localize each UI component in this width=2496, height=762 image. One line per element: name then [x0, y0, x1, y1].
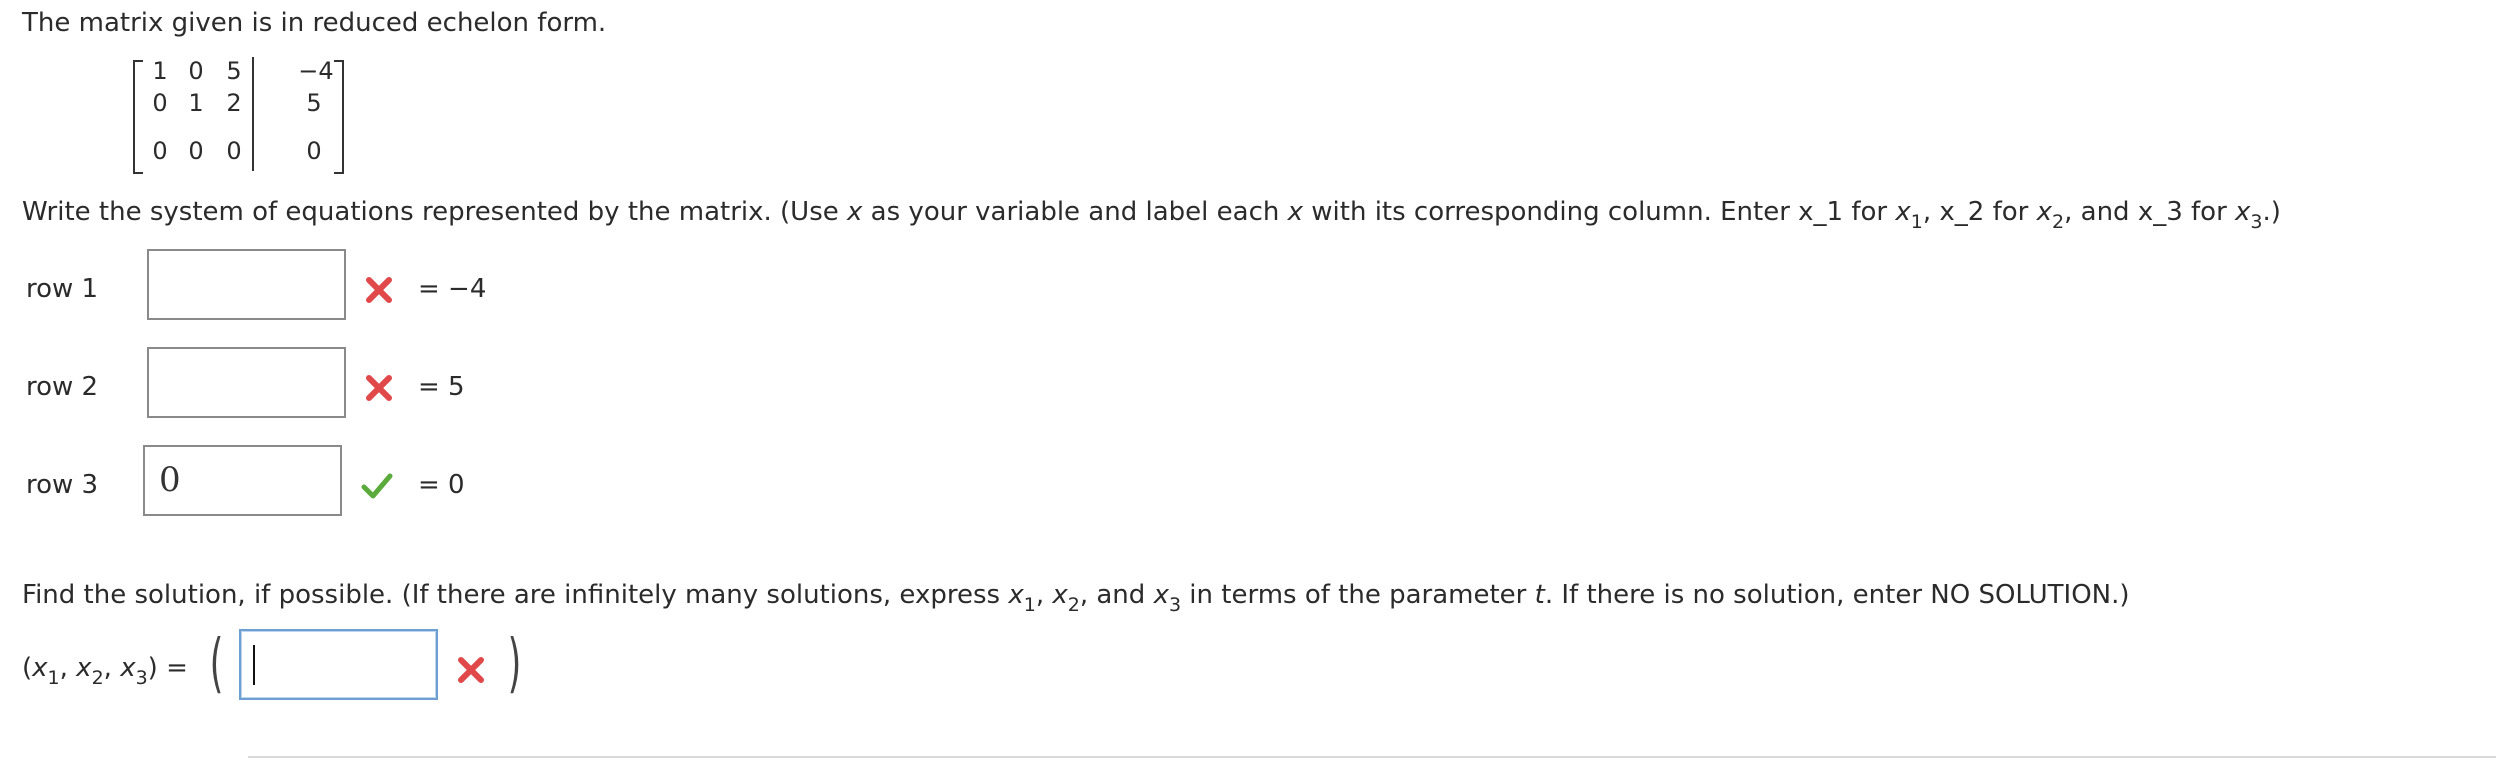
row-1-input[interactable]: [147, 249, 346, 320]
matrix-cell: 0: [306, 137, 322, 165]
row-3-rhs: = 0: [418, 470, 465, 500]
matrix-cell: 1: [152, 57, 168, 85]
row-2-label: row 2: [26, 372, 99, 402]
solution-tuple-label: (x1, x2, x3) =: [22, 652, 188, 688]
matrix-cell: 5: [226, 57, 242, 85]
matrix-cell: 0: [152, 89, 168, 117]
instr-var: x: [1895, 197, 1911, 227]
x-mark-icon: [365, 374, 393, 402]
tuple-subscript: 3: [135, 667, 148, 689]
matrix-cell: 0: [152, 137, 168, 165]
solution-close-paren: ): [507, 627, 522, 701]
prompt-text: . If there is no solution, enter NO SOLU…: [1544, 580, 2130, 610]
intro-text: The matrix given is in reduced echelon f…: [22, 8, 607, 38]
solution-instructions: Find the solution, if possible. (If ther…: [22, 579, 2130, 615]
system-instructions: Write the system of equations represente…: [22, 196, 2281, 232]
prompt-var: x: [1008, 580, 1024, 610]
instr-subscript: 2: [2052, 211, 2065, 233]
tuple-close: ) =: [147, 653, 188, 683]
matrix-cell: 0: [188, 57, 204, 85]
row-2-input[interactable]: [147, 347, 346, 418]
prompt-param: t: [1534, 580, 1545, 610]
instr-var: x: [1287, 197, 1303, 227]
solution-open-paren: (: [209, 627, 224, 701]
prompt-text: in terms of the parameter: [1181, 580, 1535, 610]
tuple-subscript: 2: [91, 667, 104, 689]
prompt-subscript: 2: [1067, 594, 1080, 616]
prompt-subscript: 1: [1023, 594, 1036, 616]
matrix-cell: 0: [188, 137, 204, 165]
tuple-comma: ,: [59, 653, 77, 683]
matrix-cell: −4: [298, 57, 334, 85]
matrix-left-bracket: [133, 60, 143, 174]
prompt-var: x: [1153, 580, 1169, 610]
instr-text: as your variable and label each: [862, 197, 1288, 227]
matrix-cell: 1: [188, 89, 204, 117]
instr-subscript: 3: [2250, 211, 2263, 233]
divider: [248, 756, 2496, 758]
matrix-cell: 2: [226, 89, 242, 117]
text-caret: [253, 645, 255, 685]
instr-var: x: [2235, 197, 2251, 227]
prompt-text: Find the solution, if possible. (If ther…: [22, 580, 1009, 610]
tuple-var: x: [120, 653, 136, 683]
instr-text: with its corresponding column. Enter x_1…: [1303, 197, 1896, 227]
tuple-var: x: [32, 653, 48, 683]
tuple-subscript: 1: [47, 667, 60, 689]
row-3-label: row 3: [26, 470, 99, 500]
matrix-augment-bar: [252, 57, 254, 171]
row-1-rhs: = −4: [418, 274, 487, 304]
x-mark-icon: [365, 276, 393, 304]
instr-text: , x_2 for: [1922, 197, 2037, 227]
prompt-text: ,: [1035, 580, 1053, 610]
instr-text: .): [2262, 197, 2281, 227]
row-3-input[interactable]: 0: [143, 445, 342, 516]
check-mark-icon: [361, 472, 393, 500]
tuple-open: (: [22, 653, 33, 683]
instr-text: , and x_3 for: [2064, 197, 2236, 227]
matrix-cell: 0: [226, 137, 242, 165]
row-1-label: row 1: [26, 274, 99, 304]
solution-input[interactable]: [239, 629, 438, 700]
tuple-comma: ,: [103, 653, 121, 683]
x-mark-icon: [457, 656, 485, 684]
instr-text: Write the system of equations represente…: [22, 197, 848, 227]
matrix-cell: 5: [306, 89, 322, 117]
tuple-var: x: [76, 653, 92, 683]
row-2-rhs: = 5: [418, 372, 465, 402]
prompt-var: x: [1052, 580, 1068, 610]
instr-subscript: 1: [1910, 211, 1923, 233]
instr-var: x: [2036, 197, 2053, 227]
prompt-text: , and: [1079, 580, 1154, 610]
instr-var: x: [847, 197, 863, 227]
prompt-subscript: 3: [1168, 594, 1182, 616]
